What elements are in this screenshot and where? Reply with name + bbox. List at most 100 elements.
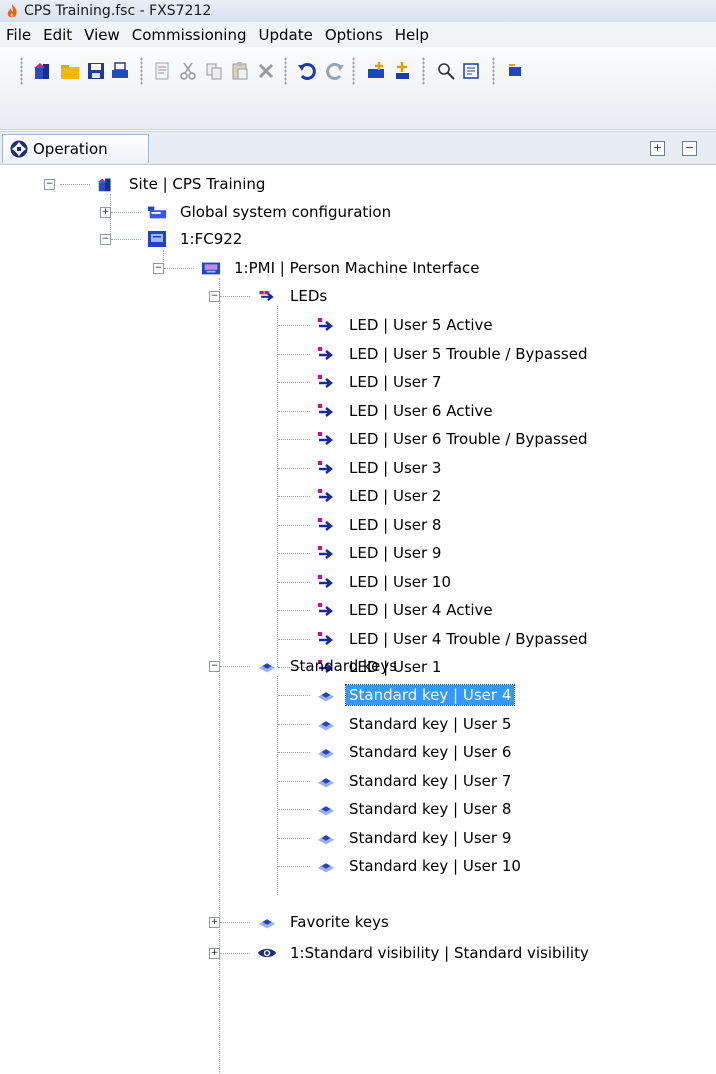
tree-label: LED | User 9: [349, 544, 442, 562]
tree-node-site[interactable]: − Site | CPS Training: [44, 171, 268, 197]
toolbar-grip[interactable]: [20, 57, 23, 85]
menu-view[interactable]: View: [78, 26, 126, 44]
tree-node-favorite-keys[interactable]: + Favorite keys: [209, 909, 392, 935]
tree-node-led[interactable]: LED | User 5 Active: [278, 312, 496, 338]
tree-label: LED | User 6 Trouble / Bypassed: [349, 430, 588, 448]
tree-label: LED | User 10: [349, 573, 452, 591]
tree-label: Standard key | User 6: [349, 743, 512, 761]
copy-icon[interactable]: [202, 59, 226, 83]
save-icon[interactable]: [84, 59, 108, 83]
key-icon: [316, 715, 336, 733]
tree-label: Standard key | User 8: [349, 800, 512, 818]
toolbar-grip[interactable]: [284, 57, 287, 85]
insert-icon[interactable]: [390, 59, 414, 83]
tree-node-standard-key[interactable]: Standard key | User 7: [278, 768, 514, 794]
delete-icon[interactable]: [254, 59, 278, 83]
menu-update[interactable]: Update: [253, 26, 319, 44]
menu-bar: File Edit View Commissioning Update Opti…: [0, 22, 716, 48]
more-icon[interactable]: [502, 59, 526, 83]
tree-node-standard-key[interactable]: Standard key | User 6: [278, 739, 514, 765]
tree-label: LED | User 7: [349, 373, 442, 391]
menu-edit[interactable]: Edit: [37, 26, 78, 44]
tree-node-led[interactable]: LED | User 4 Active: [278, 597, 496, 623]
expand-icon[interactable]: +: [100, 207, 111, 218]
tree-label: 1:Standard visibility | Standard visibil…: [290, 944, 589, 962]
eye-icon: [257, 944, 277, 962]
tab-operation[interactable]: Operation: [2, 134, 149, 163]
collapse-icon[interactable]: −: [44, 179, 55, 190]
led-arrow-icon: [316, 402, 336, 420]
tree-node-led[interactable]: LED | User 10: [278, 569, 454, 595]
expand-icon[interactable]: +: [209, 948, 220, 959]
tree-node-standard-keys[interactable]: − Standard keys: [209, 653, 400, 679]
undo-icon[interactable]: [296, 59, 320, 83]
collapse-all-icon[interactable]: −: [682, 141, 697, 156]
expand-icon[interactable]: +: [209, 917, 220, 928]
key-group-icon: [257, 657, 277, 675]
collapse-icon[interactable]: −: [209, 661, 220, 672]
tree-node-led[interactable]: LED | User 6 Active: [278, 398, 496, 424]
led-arrow-icon: [316, 345, 336, 363]
tree-node-led[interactable]: LED | User 8: [278, 512, 444, 538]
tree-label: LED | User 5 Active: [349, 316, 493, 334]
new-site-icon[interactable]: [30, 59, 54, 83]
tree-node-standard-visibility[interactable]: + 1:Standard visibility | Standard visib…: [209, 940, 592, 966]
tree-node-pmi[interactable]: − 1:PMI | Person Machine Interface: [153, 255, 483, 281]
tree-node-global-config[interactable]: + Global system configuration: [100, 199, 394, 225]
tree-label: LEDs: [290, 287, 328, 305]
tree-label: LED | User 2: [349, 487, 442, 505]
tree-node-led[interactable]: LED | User 7: [278, 369, 444, 395]
tree-node-led[interactable]: LED | User 5 Trouble / Bypassed: [278, 341, 591, 367]
properties-icon[interactable]: [150, 59, 174, 83]
collapse-icon[interactable]: −: [100, 234, 111, 245]
cut-icon[interactable]: [176, 59, 200, 83]
tree-node-leds[interactable]: − LEDs: [209, 283, 330, 309]
menu-commissioning[interactable]: Commissioning: [126, 26, 253, 44]
tree-node-standard-key[interactable]: Standard key | User 10: [278, 853, 524, 879]
led-arrow-icon: [316, 487, 336, 505]
tree-node-fc922[interactable]: − 1:FC922: [100, 226, 245, 252]
print-icon[interactable]: [108, 59, 132, 83]
tree-label: Standard keys: [290, 657, 398, 675]
tree-label: Standard key | User 10: [349, 857, 521, 875]
tree-node-standard-key[interactable]: Standard key | User 5: [278, 711, 514, 737]
toolbar-grip[interactable]: [492, 57, 495, 85]
led-arrow-icon: [316, 544, 336, 562]
menu-file[interactable]: File: [0, 26, 37, 44]
led-arrow-icon: [316, 459, 336, 477]
toolbar-grip[interactable]: [140, 57, 143, 85]
tree-label: LED | User 4 Trouble / Bypassed: [349, 630, 588, 648]
tree-label: Favorite keys: [290, 913, 389, 931]
menu-options[interactable]: Options: [319, 26, 389, 44]
open-folder-icon[interactable]: [58, 59, 82, 83]
tree-node-led[interactable]: LED | User 2: [278, 483, 444, 509]
tree-node-led[interactable]: LED | User 4 Trouble / Bypassed: [278, 626, 591, 652]
toolbar-grip[interactable]: [352, 57, 355, 85]
title-bar: CPS Training.fsc - FXS7212: [0, 0, 716, 23]
tree-node-standard-key[interactable]: Standard key | User 4: [278, 682, 516, 708]
redo-icon[interactable]: [322, 59, 346, 83]
pmi-icon: [201, 259, 221, 277]
tree-node-standard-key[interactable]: Standard key | User 8: [278, 796, 514, 822]
toolbar-grip[interactable]: [422, 57, 425, 85]
collapse-icon[interactable]: −: [153, 263, 164, 274]
tree-label: Standard key | User 4: [344, 684, 516, 706]
tree-node-standard-key[interactable]: Standard key | User 9: [278, 825, 514, 851]
expand-all-icon[interactable]: +: [650, 141, 665, 156]
tree-label: Site | CPS Training: [129, 175, 266, 193]
tree-node-led[interactable]: LED | User 9: [278, 540, 444, 566]
key-icon: [316, 829, 336, 847]
tree-label: Standard key | User 5: [349, 715, 512, 733]
tree-label: Standard key | User 7: [349, 772, 512, 790]
menu-help[interactable]: Help: [389, 26, 435, 44]
search-icon[interactable]: [434, 59, 458, 83]
tree-label: 1:FC922: [180, 230, 243, 248]
collapse-icon[interactable]: −: [209, 291, 220, 302]
add-element-icon[interactable]: [364, 59, 388, 83]
tree-node-led[interactable]: LED | User 6 Trouble / Bypassed: [278, 426, 591, 452]
window-title: CPS Training.fsc - FXS7212: [24, 3, 212, 19]
paste-icon[interactable]: [228, 59, 252, 83]
tree-node-led[interactable]: LED | User 3: [278, 455, 444, 481]
edit-list-icon[interactable]: [460, 59, 484, 83]
key-icon: [316, 800, 336, 818]
